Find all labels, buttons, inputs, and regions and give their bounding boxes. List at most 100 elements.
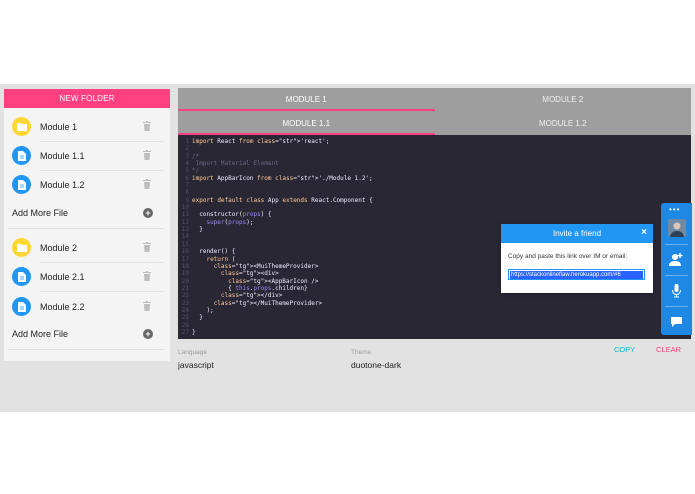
code-line: 1 import React from class="str">'react'; xyxy=(178,138,691,145)
line-number: 13 xyxy=(181,226,189,234)
line-number: 27 xyxy=(181,328,189,336)
code-line: 22 class="tg"></div> xyxy=(178,292,691,299)
code-line: 26 xyxy=(178,322,691,329)
file-item-module-1-2[interactable]: Module 1.2 xyxy=(4,170,164,199)
code-text: render() { xyxy=(192,248,236,256)
add-more-file-label: Add More File xyxy=(12,208,69,218)
clear-button[interactable]: CLEAR xyxy=(656,345,681,354)
line-number: 8 xyxy=(185,189,189,197)
group-separator xyxy=(8,349,164,350)
widget-divider xyxy=(665,275,688,276)
close-icon[interactable]: × xyxy=(641,228,647,238)
line-number: 18 xyxy=(181,262,189,270)
line-number: 25 xyxy=(181,314,189,322)
group-separator xyxy=(8,228,164,229)
line-number: 1 xyxy=(185,138,189,145)
line-number: 16 xyxy=(181,248,189,256)
code-text: import AppBarIcon from class="str">'./Mo… xyxy=(192,174,373,182)
line-number: 17 xyxy=(181,255,189,263)
line-number: 15 xyxy=(181,240,189,248)
line-number: 11 xyxy=(181,211,189,219)
code-line: 27} xyxy=(178,329,691,336)
folder-item-module-1[interactable]: Module 1 xyxy=(4,112,164,141)
add-more-file-label: Add More File xyxy=(12,329,69,339)
line-number: 10 xyxy=(181,204,189,212)
code-text: class="tg"><div> xyxy=(220,270,279,278)
add-circle-icon[interactable]: + xyxy=(143,208,153,218)
file-item-module-2-1[interactable]: Module 2.1 xyxy=(4,262,164,291)
tab-module-2[interactable]: MODULE 2 xyxy=(435,88,692,111)
code-text: */ xyxy=(192,167,200,175)
add-circle-icon[interactable]: + xyxy=(143,329,153,339)
code-line: 7 xyxy=(178,182,691,189)
code-line: 6 import AppBarIcon from class="str">'./M… xyxy=(178,175,691,182)
chat-icon[interactable] xyxy=(669,314,684,329)
trash-icon[interactable] xyxy=(143,150,151,160)
folder-icon xyxy=(12,117,31,136)
add-person-icon[interactable] xyxy=(669,252,684,267)
theme-select[interactable]: duotone-dark xyxy=(351,360,401,370)
widget-menu-dots[interactable]: ••• xyxy=(669,206,680,214)
add-more-file-row[interactable]: Add More File + xyxy=(4,324,164,344)
collaboration-widget: ••• xyxy=(661,203,692,335)
code-line: 5 */ xyxy=(178,167,691,174)
code-text: return ( xyxy=(206,255,236,263)
document-icon xyxy=(12,297,31,316)
line-number: 4 xyxy=(185,160,189,168)
folder-item-module-2[interactable]: Module 2 xyxy=(4,233,164,262)
invite-title: Invite a friend xyxy=(552,229,602,238)
code-text: { this.props.children} xyxy=(192,284,308,292)
code-line: 23 class="tg"></MuiThemeProvider> xyxy=(178,300,691,307)
code-text: class="tg"><MuiThemeProvider> xyxy=(213,262,319,270)
line-number: 9 xyxy=(185,196,189,204)
invite-link-field[interactable]: https://stackonlineflaw.herokuapp.com/#6 xyxy=(508,269,645,280)
language-select[interactable]: javascript xyxy=(178,360,214,370)
invite-popup: Invite a friend × Copy and paste this li… xyxy=(501,224,653,293)
new-folder-button[interactable]: NEW FOLDER xyxy=(4,89,170,108)
code-line: 10 xyxy=(178,204,691,211)
invite-instructions: Copy and paste this link over IM or emai… xyxy=(508,253,628,260)
line-number: 7 xyxy=(185,182,189,190)
trash-icon[interactable] xyxy=(143,271,151,281)
code-line: 24 ); xyxy=(178,307,691,314)
line-number: 19 xyxy=(181,270,189,278)
code-text: constructor(props) { xyxy=(192,211,272,219)
microphone-icon[interactable] xyxy=(669,283,684,298)
trash-icon[interactable] xyxy=(143,301,151,311)
code-line: 3/* xyxy=(178,153,691,160)
line-number: 14 xyxy=(181,233,189,241)
file-sidebar: NEW FOLDER Module 1 Module 1.1 Module 1.… xyxy=(4,89,170,361)
line-number: 20 xyxy=(181,277,189,285)
add-more-file-row[interactable]: Add More File + xyxy=(4,203,164,223)
file-label: Module 1.2 xyxy=(40,179,85,190)
code-text: Import Material Element xyxy=(192,160,279,168)
file-item-module-2-2[interactable]: Module 2.2 xyxy=(4,292,164,321)
tab-module-1-2[interactable]: MODULE 1.2 xyxy=(435,111,692,135)
code-line: 4 Import Material Element xyxy=(178,160,691,167)
folder-icon xyxy=(12,238,31,257)
trash-icon[interactable] xyxy=(143,121,151,131)
avatar[interactable] xyxy=(668,219,686,237)
code-text: ); xyxy=(192,306,214,314)
line-number: 5 xyxy=(185,167,189,175)
line-number: 6 xyxy=(185,174,189,182)
code-text: } xyxy=(192,328,196,336)
code-text: } xyxy=(192,314,203,322)
copy-button[interactable]: COPY xyxy=(614,345,635,354)
file-item-module-1-1[interactable]: Module 1.1 xyxy=(4,141,164,170)
code-text: class="tg"></MuiThemeProvider> xyxy=(213,299,323,307)
code-text: import React from class="str">'react'; xyxy=(192,138,330,145)
tab-module-1[interactable]: MODULE 1 xyxy=(178,88,435,111)
tab-module-1-1[interactable]: MODULE 1.1 xyxy=(178,111,435,135)
line-number: 12 xyxy=(181,218,189,226)
widget-divider xyxy=(665,244,688,245)
folder-label: Module 2 xyxy=(40,242,78,253)
trash-icon[interactable] xyxy=(143,242,151,252)
code-text: class="tg"><AppBarIcon /> xyxy=(228,277,319,285)
code-text: class="tg"></div> xyxy=(220,292,283,300)
file-label: Module 2.2 xyxy=(40,301,85,312)
trash-icon[interactable] xyxy=(143,179,151,189)
code-line: 9 export default class App extends React.… xyxy=(178,197,691,204)
code-text: } xyxy=(192,226,203,234)
line-number: 2 xyxy=(185,145,189,153)
